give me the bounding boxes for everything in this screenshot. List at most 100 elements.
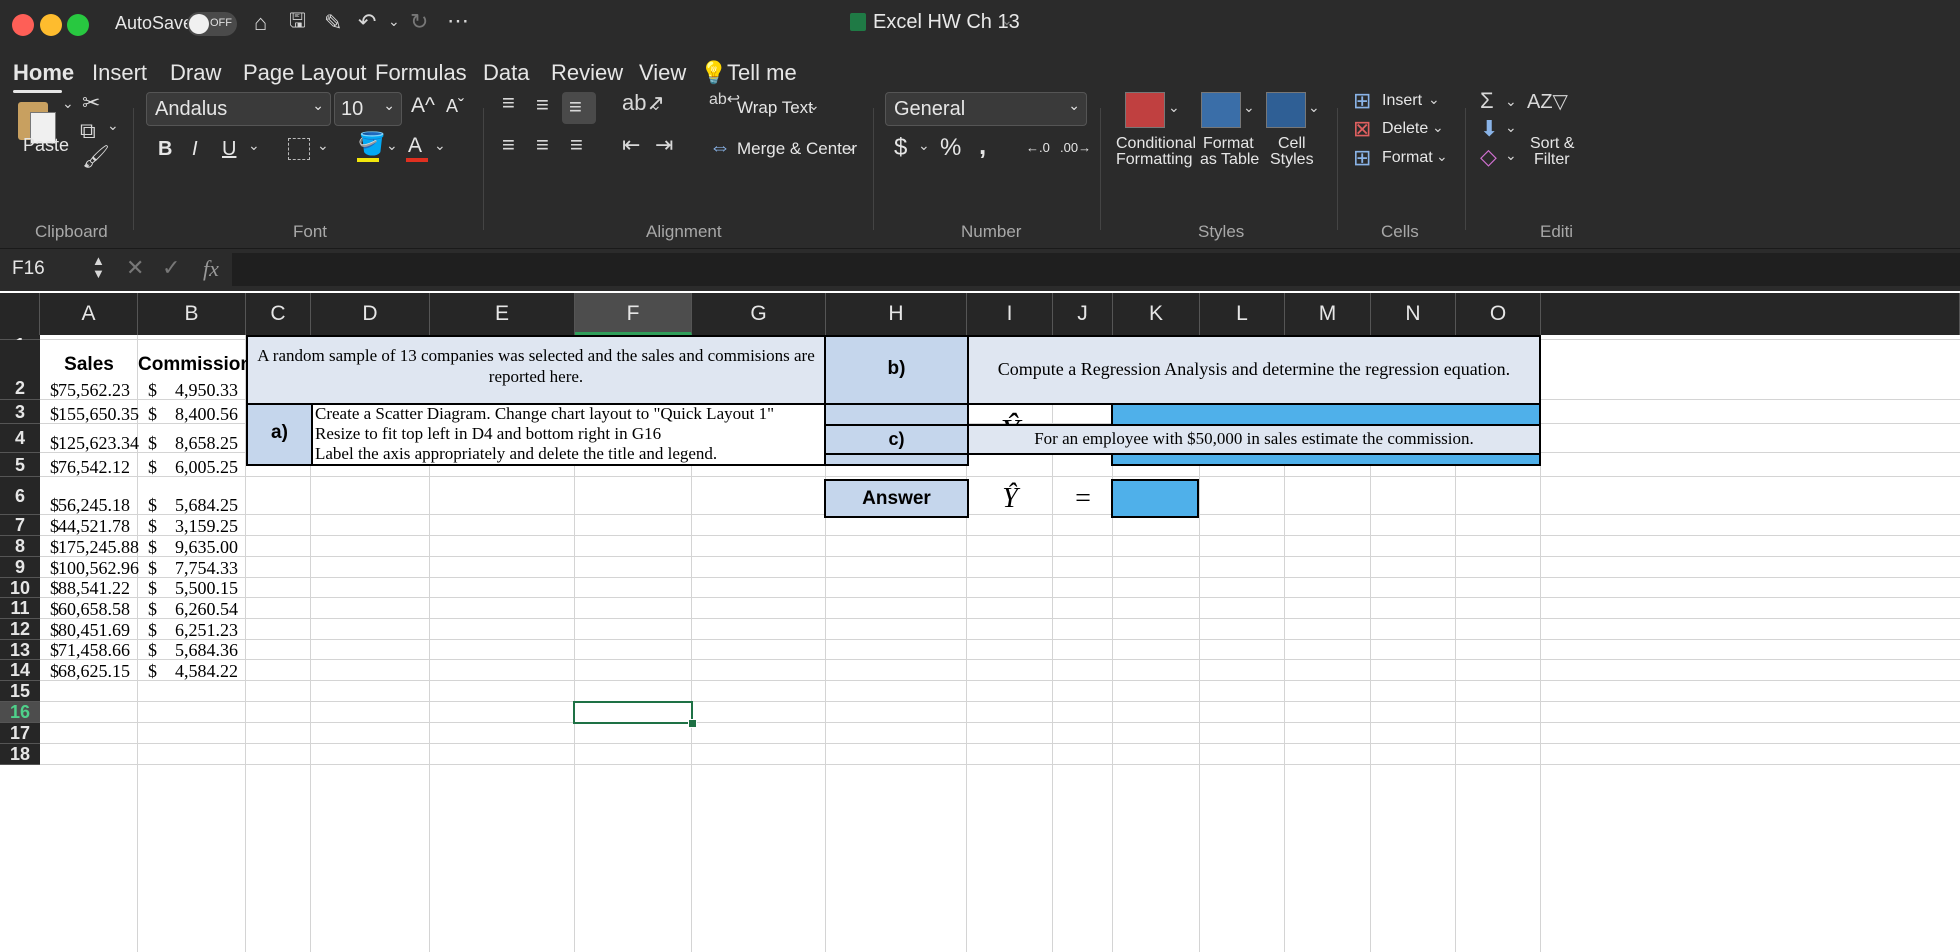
conditional-formatting-dropdown-icon[interactable]: ⌄ [1168,100,1180,114]
column-header-e[interactable]: E [430,293,575,335]
row-header-5[interactable]: 5 [0,453,40,477]
tab-home[interactable]: Home [13,60,74,86]
format-table-dropdown-icon[interactable]: ⌄ [1243,100,1255,114]
conditional-formatting-icon[interactable] [1125,92,1165,128]
align-bottom-button[interactable]: ≡ [562,92,596,124]
row-header-12[interactable]: 12 [0,619,40,640]
clear-icon[interactable]: ◇ [1480,146,1497,168]
cell-styles-icon[interactable] [1266,92,1306,128]
row-header-8[interactable]: 8 [0,536,40,557]
italic-button[interactable]: I [192,138,198,161]
commission-estimate-answer-cell[interactable] [1111,479,1199,518]
merge-dropdown-icon[interactable]: ⌄ [845,139,857,153]
column-header-f[interactable]: F [575,293,692,335]
name-box[interactable]: F16 [12,258,45,280]
row-header-13[interactable]: 13 [0,640,40,660]
paste-dropdown-icon[interactable]: ⌄ [62,96,74,110]
tab-page-layout[interactable]: Page Layout [243,60,367,86]
merge-center-button[interactable]: Merge & Center [737,139,857,159]
column-header-j[interactable]: J [1053,293,1113,335]
comma-style-button[interactable]: , [979,130,986,161]
row-header-17[interactable]: 17 [0,723,40,744]
decrease-font-size-icon[interactable]: Aˇ [446,96,464,117]
tab-view[interactable]: View [639,60,686,86]
title-chevron-down-icon[interactable]: ⌄ [1001,13,1013,27]
format-dropdown-icon[interactable]: ⌄ [1436,149,1448,163]
row-header-10[interactable]: 10 [0,578,40,598]
paste-button[interactable]: Paste [23,135,69,156]
autosum-icon[interactable]: Σ [1480,90,1494,112]
insert-cells-button[interactable]: Insert [1382,92,1422,110]
undo-dropdown-icon[interactable]: ⌄ [388,14,400,28]
column-header-i[interactable]: I [967,293,1053,335]
delete-dropdown-icon[interactable]: ⌄ [1432,120,1444,134]
fill-handle[interactable] [688,719,697,728]
borders-icon[interactable] [288,138,310,160]
row-header-11[interactable]: 11 [0,598,40,619]
insert-dropdown-icon[interactable]: ⌄ [1428,92,1440,106]
tab-data[interactable]: Data [483,60,529,86]
copy-icon[interactable]: ⧉ [80,120,96,142]
align-left-icon[interactable]: ≡ [502,134,515,156]
format-as-table-icon[interactable] [1201,92,1241,128]
cancel-entry-icon[interactable]: ✕ [126,257,144,279]
orientation-dropdown-icon[interactable]: ⌄ [650,98,662,112]
name-box-stepper-icon[interactable]: ▲ ▼ [92,254,105,280]
format-cells-icon[interactable]: ⊞ [1353,147,1371,169]
row-header-14[interactable]: 14 [0,660,40,681]
minimize-window-button[interactable] [40,14,62,36]
column-header-n[interactable]: N [1371,293,1456,335]
row-header-18[interactable]: 18 [0,744,40,765]
percent-style-button[interactable]: % [940,134,961,162]
selected-cell-f16[interactable] [573,701,693,724]
delete-cells-icon[interactable]: ⊠ [1353,118,1371,140]
currency-format-button[interactable]: $ [894,134,907,162]
format-as-table-label-2[interactable]: as Table [1200,151,1259,169]
underline-button[interactable]: U [222,138,236,161]
align-top-icon[interactable]: ≡ [502,92,515,114]
close-window-button[interactable] [12,14,34,36]
select-all-corner[interactable] [0,293,40,335]
row-header-6[interactable]: 6 [0,477,40,515]
currency-dropdown-icon[interactable]: ⌄ [918,138,930,152]
sort-filter-icon[interactable]: AZ▽ [1527,92,1568,112]
fill-color-dropdown-icon[interactable]: ⌄ [386,138,398,152]
increase-decimal-icon[interactable]: ←.0 [1026,140,1050,155]
column-header-d[interactable]: D [311,293,430,335]
row-header-4[interactable]: 4 [0,424,40,453]
fill-icon[interactable]: ⬇ [1480,118,1498,140]
align-center-icon[interactable]: ≡ [536,134,549,156]
row-header-15[interactable]: 15 [0,681,40,702]
sort-filter-label-2[interactable]: Filter [1534,151,1570,169]
paste-icon[interactable] [18,102,58,144]
tab-formulas[interactable]: Formulas [375,60,467,86]
font-name-dropdown[interactable]: Andalus ⌄ [146,92,331,126]
decrease-decimal-icon[interactable]: .00→ [1060,140,1091,155]
increase-indent-icon[interactable]: ⇥ [655,134,673,156]
wrap-text-dropdown-icon[interactable]: ⌄ [808,98,820,112]
font-color-dropdown-icon[interactable]: ⌄ [434,138,446,152]
number-format-dropdown[interactable]: General ⌄ [885,92,1087,126]
column-header-o[interactable]: O [1456,293,1541,335]
save-as-icon[interactable]: ✎ [324,12,342,34]
underline-dropdown-icon[interactable]: ⌄ [248,138,260,152]
home-icon[interactable]: ⌂ [254,12,267,34]
column-header-h[interactable]: H [826,293,967,335]
save-icon[interactable]: 🖫 [289,11,306,31]
format-painter-icon[interactable]: 🖌 [82,146,110,168]
row-header-2[interactable]: 2 [0,340,40,400]
wrap-text-button[interactable]: Wrap Text [737,98,813,118]
cell-styles-label-2[interactable]: Styles [1270,151,1314,169]
bold-button[interactable]: B [158,138,172,161]
cut-icon[interactable]: ✂ [82,92,100,114]
column-header-b[interactable]: B [138,293,246,335]
clear-dropdown-icon[interactable]: ⌄ [1505,148,1517,162]
tab-insert[interactable]: Insert [92,60,147,86]
autosum-dropdown-icon[interactable]: ⌄ [1505,94,1517,108]
column-header-k[interactable]: K [1113,293,1200,335]
conditional-formatting-label-2[interactable]: Formatting [1116,151,1192,169]
autosave-toggle[interactable]: OFF [187,12,237,36]
insert-cells-icon[interactable]: ⊞ [1353,90,1371,112]
decrease-indent-icon[interactable]: ⇤ [622,134,640,156]
column-header-g[interactable]: G [692,293,826,335]
